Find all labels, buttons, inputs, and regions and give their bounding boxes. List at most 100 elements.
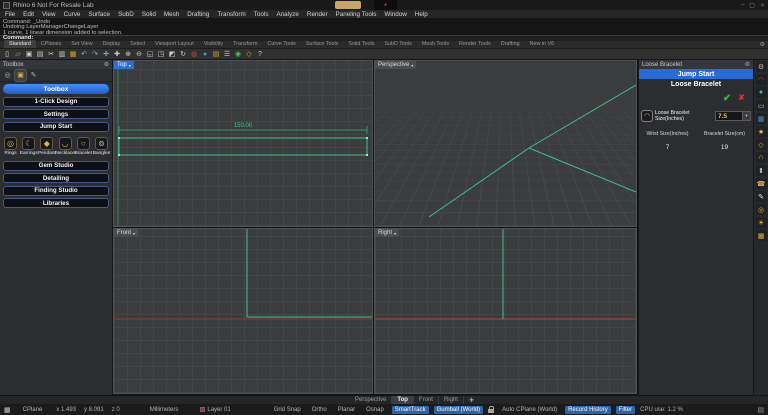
rotate-view-icon[interactable]: ↻	[178, 49, 188, 59]
object-properties-icon[interactable]: ☰	[222, 49, 232, 59]
zoom-window-icon[interactable]: ◱	[145, 49, 155, 59]
gear-icon[interactable]: ⚙	[760, 41, 765, 48]
toolbar-tab[interactable]: Visibility	[199, 40, 228, 48]
menu-item[interactable]: Mesh	[164, 11, 179, 18]
auto-cplane-toggle[interactable]: Auto CPlane (World)	[499, 406, 560, 414]
phone-tool-icon[interactable]: ☎	[756, 178, 767, 189]
panel-icon[interactable]: ▤	[757, 406, 764, 414]
planar-toggle[interactable]: Planar	[335, 406, 358, 414]
toolbar-tab[interactable]: Solid Tools	[343, 40, 379, 48]
trophy-tool-icon[interactable]: ★	[756, 126, 767, 137]
cut-icon[interactable]: ✂	[46, 49, 56, 59]
viewport-label-top[interactable]: Top ▾	[114, 61, 134, 69]
toolbar-tab[interactable]: Viewport Layout	[150, 40, 199, 48]
toolbox-header[interactable]: Toolbox	[3, 84, 109, 94]
toolbar-tab[interactable]: CPlanes	[36, 40, 66, 48]
open-file-icon[interactable]: ▱	[13, 49, 23, 59]
menu-item[interactable]: Curve	[64, 11, 81, 18]
toolbar-tab[interactable]: Display	[97, 40, 125, 48]
redo-icon[interactable]: ↷	[90, 49, 100, 59]
menu-item[interactable]: Drafting	[187, 11, 209, 18]
jewelry-category[interactable]: ◎ Rings	[2, 137, 19, 156]
jewelry-category[interactable]: ◆ Pendant	[38, 137, 55, 156]
filter-toggle[interactable]: Filter	[616, 406, 635, 414]
maximize-button[interactable]: ▢	[749, 2, 755, 9]
toolbar-tab[interactable]: Render Tools	[454, 40, 496, 48]
gem-tool-icon[interactable]: ●	[756, 87, 767, 98]
toolbar-tab[interactable]: Curve Tools	[262, 40, 300, 48]
menu-item[interactable]: Help	[415, 11, 428, 18]
sidebar-button[interactable]: Gem Studio	[3, 161, 109, 171]
chevron-down-icon[interactable]: ▾	[742, 112, 750, 120]
gear-icon[interactable]: ⚙	[104, 61, 109, 68]
sidebar-button[interactable]: Detailing	[3, 173, 109, 183]
viewport-top[interactable]: 150.00 Top ▾	[113, 60, 373, 227]
viewport-tab[interactable]: Top	[392, 396, 414, 404]
toolbar-tab[interactable]: Transform	[228, 40, 262, 48]
viewport-label-right[interactable]: Right ▾	[375, 229, 399, 237]
menu-item[interactable]: Window	[384, 11, 406, 18]
toolbar-tab[interactable]: Mesh Tools	[417, 40, 454, 48]
band-tool-icon[interactable]: ∩	[756, 152, 767, 163]
sidebar-button[interactable]: Jump Start	[3, 122, 109, 132]
zoom-extents-icon[interactable]: ◳	[156, 49, 166, 59]
toolbox-jewelry-tab-icon[interactable]: ▣	[15, 70, 26, 81]
zoom-in-icon[interactable]: ⊕	[123, 49, 133, 59]
copy-icon[interactable]: ▥	[57, 49, 67, 59]
gumball-toggle[interactable]: Gumball (World)	[434, 406, 484, 414]
grid-snap-toggle[interactable]: Grid Snap	[271, 406, 304, 414]
grid-tool-icon[interactable]: ▦	[756, 230, 767, 241]
viewport-label-front[interactable]: Front ▾	[114, 229, 138, 237]
add-viewport-button[interactable]: ✚	[464, 397, 479, 404]
paste-icon[interactable]: ▦	[68, 49, 78, 59]
sidebar-button[interactable]: Settings	[3, 109, 109, 119]
diamond-tool-icon[interactable]: ◇	[756, 139, 767, 150]
keyboard-tool-icon[interactable]: ▦	[756, 113, 767, 124]
print-icon[interactable]: ▤	[35, 49, 45, 59]
toolbar-tab[interactable]: Select	[125, 40, 150, 48]
viewport-tab[interactable]: Right	[439, 396, 464, 404]
menu-item[interactable]: Transform	[217, 11, 245, 18]
menu-item[interactable]: File	[5, 11, 15, 18]
pen-tool-icon[interactable]: ✎	[756, 191, 767, 202]
toolbar-tab[interactable]: Surface Tools	[301, 40, 344, 48]
bracelet-size-icon[interactable]: ◠	[641, 110, 653, 122]
jewelry-category[interactable]: ◡ Necklace	[57, 137, 74, 156]
pan-icon[interactable]: ✛	[101, 49, 111, 59]
toolbar-tab[interactable]: Standard	[4, 40, 36, 48]
ortho-toggle[interactable]: Ortho	[309, 406, 330, 414]
toolbox-home-tab-icon[interactable]: ◎	[2, 70, 13, 81]
help-icon[interactable]: ?	[255, 49, 265, 59]
cancel-button[interactable]: ✘	[738, 93, 745, 104]
menu-item[interactable]: SubD	[118, 11, 134, 18]
osnap-toggle[interactable]: Osnap	[363, 406, 387, 414]
minimize-button[interactable]: –	[741, 2, 744, 9]
pause-tool-icon[interactable]: Ⅱ	[756, 165, 767, 176]
gumball-icon[interactable]: ◉	[233, 49, 243, 59]
display-tool-icon[interactable]: ▭	[756, 100, 767, 111]
menu-item[interactable]: Analyze	[276, 11, 298, 18]
zoom-out-icon[interactable]: ⊖	[134, 49, 144, 59]
toolbar-tab[interactable]: Drafting	[496, 40, 525, 48]
units-selector[interactable]: Millimeters	[150, 407, 179, 413]
jewelry-category[interactable]: ⊚ Bangles	[93, 137, 110, 156]
grid-icon[interactable]: ▦	[4, 406, 11, 414]
toolbox-tools-tab-icon[interactable]: ✎	[28, 70, 39, 81]
confirm-button[interactable]: ✔	[723, 93, 731, 104]
sidebar-button[interactable]: 1-Click Design	[3, 97, 109, 107]
menu-item[interactable]: Paneling Tools	[336, 11, 377, 18]
shaded-view-icon[interactable]: ◍	[189, 49, 199, 59]
viewport-tab[interactable]: Front	[414, 396, 439, 404]
osnap-icon[interactable]: ◇	[244, 49, 254, 59]
menu-item[interactable]: Render	[307, 11, 328, 18]
cplane-selector[interactable]: CPlane	[23, 407, 43, 413]
sidebar-button[interactable]: Libraries	[3, 198, 109, 208]
bracelet-tool-icon[interactable]: ◠	[756, 74, 767, 85]
jewelry-category[interactable]: ○ Bracelet	[75, 137, 92, 156]
menu-item[interactable]: View	[42, 11, 56, 18]
toolbar-tab[interactable]: SubD Tools	[379, 40, 416, 48]
layer-selector[interactable]: Layer 01	[200, 407, 230, 413]
sidebar-button[interactable]: Finding Studio	[3, 186, 109, 196]
menu-item[interactable]: Edit	[23, 11, 34, 18]
menu-item[interactable]: Solid	[142, 11, 156, 18]
